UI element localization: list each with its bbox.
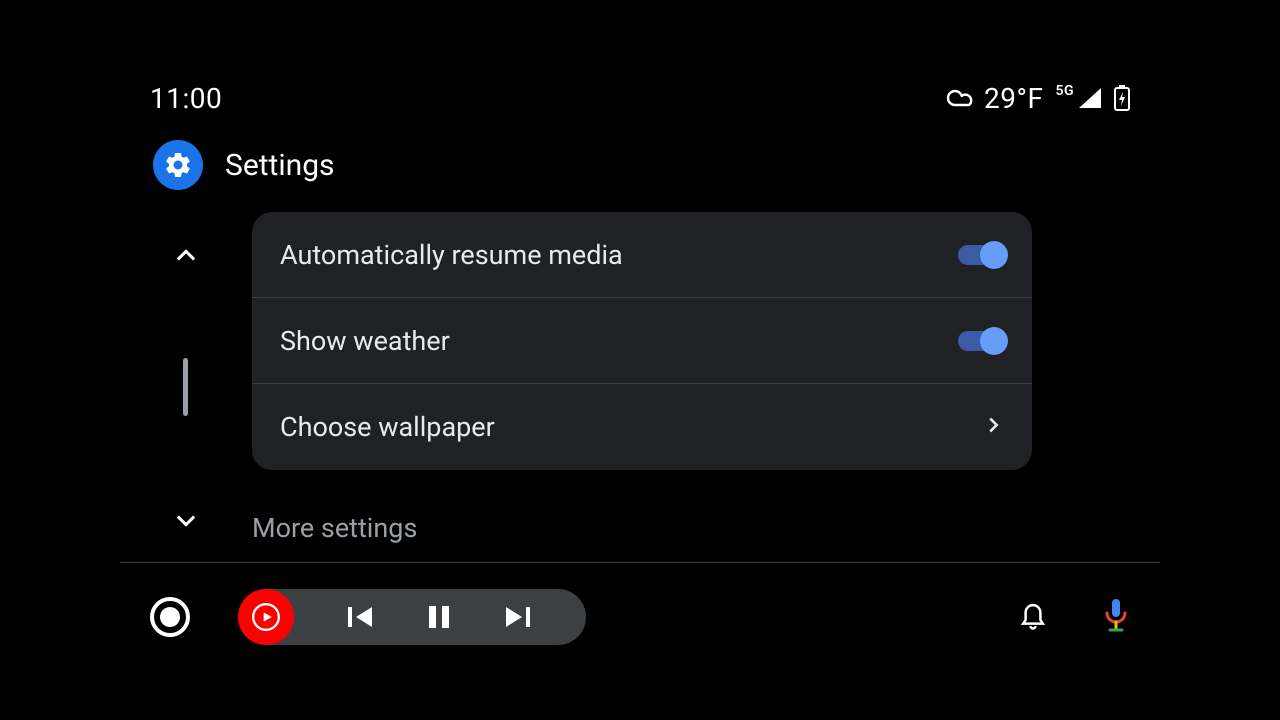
notifications-button[interactable]: [1018, 599, 1048, 635]
bottom-bar: [150, 582, 1130, 652]
media-controls: [238, 589, 586, 645]
temperature-text: 29°F: [984, 82, 1043, 115]
scroll-down-button[interactable]: [172, 506, 200, 538]
weather-indicator: 29°F: [944, 82, 1043, 115]
toggle-switch[interactable]: [958, 331, 1004, 351]
scroll-up-button[interactable]: [172, 242, 200, 274]
setting-label: Show weather: [280, 325, 450, 357]
setting-label: Choose wallpaper: [280, 411, 495, 443]
settings-list: Automatically resume media Show weather …: [252, 212, 1032, 470]
scrollbar-thumb[interactable]: [183, 358, 188, 416]
setting-label: Automatically resume media: [280, 239, 623, 271]
next-track-button[interactable]: [478, 604, 556, 630]
cloud-icon: [944, 86, 978, 110]
previous-track-button[interactable]: [322, 604, 400, 630]
battery-charging-icon: [1114, 85, 1130, 111]
media-app-button[interactable]: [238, 589, 294, 645]
divider: [120, 562, 1160, 563]
network-label: 5G: [1055, 84, 1074, 98]
setting-row-choose-wallpaper[interactable]: Choose wallpaper: [252, 384, 1032, 470]
network-indicator: 5G: [1055, 84, 1102, 112]
clock: 11:00: [150, 82, 222, 115]
home-button[interactable]: [150, 597, 190, 637]
settings-app-icon: [153, 140, 203, 190]
chevron-right-icon: [982, 414, 1004, 440]
more-settings-label[interactable]: More settings: [252, 512, 417, 544]
page-title: Settings: [225, 148, 335, 183]
setting-row-auto-resume-media[interactable]: Automatically resume media: [252, 212, 1032, 298]
signal-icon: [1078, 87, 1102, 109]
pause-button[interactable]: [400, 604, 478, 630]
voice-assistant-button[interactable]: [1102, 597, 1130, 637]
toggle-switch[interactable]: [958, 245, 1004, 265]
status-bar: 11:00 29°F 5G: [150, 78, 1130, 118]
setting-row-show-weather[interactable]: Show weather: [252, 298, 1032, 384]
